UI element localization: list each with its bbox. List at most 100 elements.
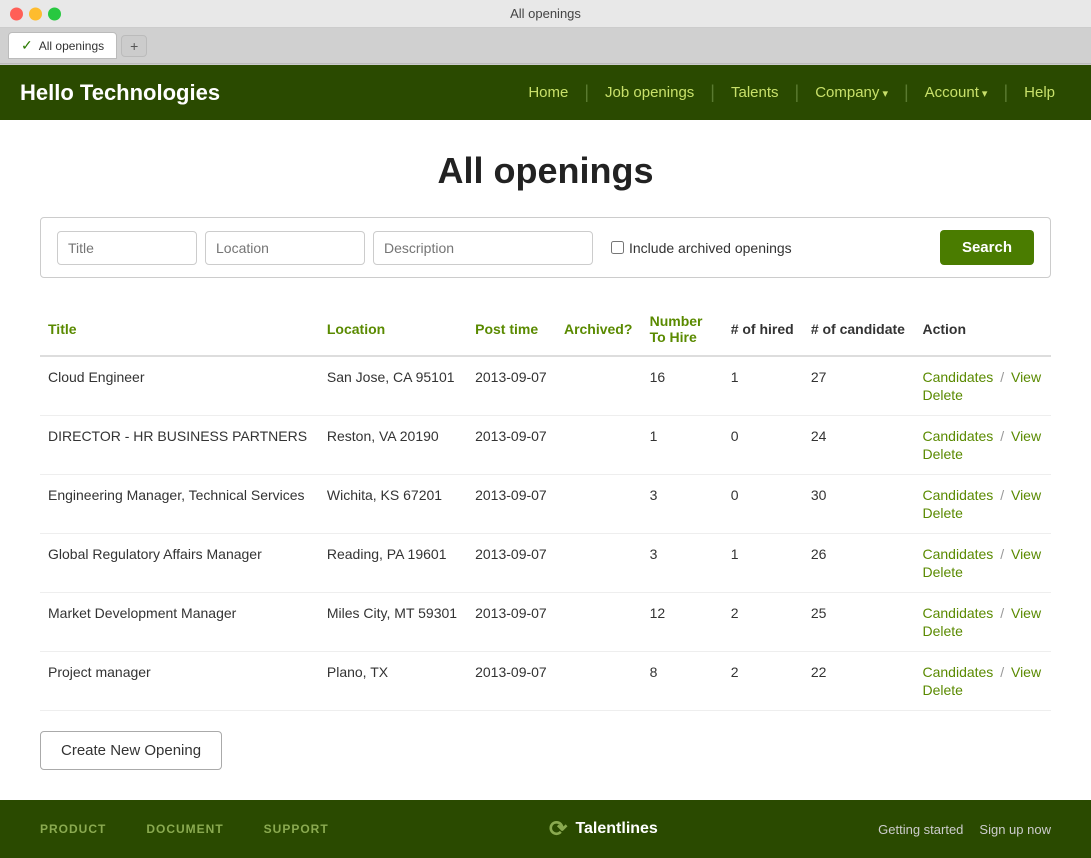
page-title: All openings — [40, 150, 1051, 192]
cell-action-3: Candidates / View Delete — [914, 534, 1051, 593]
sep1-2: / — [1000, 487, 1008, 503]
nav-help[interactable]: Help — [1008, 84, 1071, 101]
delete-link-1[interactable]: Delete — [922, 446, 1043, 462]
nav-job-openings[interactable]: Job openings — [589, 84, 710, 101]
cell-location-5: Plano, TX — [319, 652, 467, 711]
cell-title-0: Cloud Engineer — [40, 356, 319, 416]
cell-location-3: Reading, PA 19601 — [319, 534, 467, 593]
view-link-0[interactable]: View — [1011, 369, 1041, 385]
cell-location-4: Miles City, MT 59301 — [319, 593, 467, 652]
create-opening-button[interactable]: Create New Opening — [40, 731, 222, 770]
cell-candidates-0: 27 — [803, 356, 915, 416]
main-content: All openings Include archived openings S… — [0, 120, 1091, 800]
view-link-2[interactable]: View — [1011, 487, 1041, 503]
view-link-3[interactable]: View — [1011, 546, 1041, 562]
site-logo[interactable]: Hello Technologies — [20, 80, 220, 106]
cell-posttime-4: 2013-09-07 — [467, 593, 556, 652]
description-input[interactable] — [373, 231, 593, 265]
archived-checkbox-label[interactable]: Include archived openings — [611, 240, 932, 256]
table-row: Global Regulatory Affairs Manager Readin… — [40, 534, 1051, 593]
delete-link-4[interactable]: Delete — [922, 623, 1043, 639]
cell-action-1: Candidates / View Delete — [914, 416, 1051, 475]
candidates-link-1[interactable]: Candidates — [922, 428, 993, 444]
nav-company[interactable]: Company — [799, 84, 904, 101]
delete-link-2[interactable]: Delete — [922, 505, 1043, 521]
nav-home[interactable]: Home — [512, 84, 584, 101]
sep1-0: / — [1000, 369, 1008, 385]
col-header-archived: Archived? — [556, 303, 642, 356]
cell-action-0: Candidates / View Delete — [914, 356, 1051, 416]
sign-up-link[interactable]: Sign up now — [979, 822, 1051, 837]
cell-archived-1 — [556, 416, 642, 475]
candidates-link-2[interactable]: Candidates — [922, 487, 993, 503]
sep1-1: / — [1000, 428, 1008, 444]
col-header-action: Action — [914, 303, 1051, 356]
cell-title-1: DIRECTOR - HR BUSINESS PARTNERS — [40, 416, 319, 475]
cell-numbertohire-1: 1 — [642, 416, 723, 475]
candidates-link-5[interactable]: Candidates — [922, 664, 993, 680]
cell-archived-5 — [556, 652, 642, 711]
candidates-link-3[interactable]: Candidates — [922, 546, 993, 562]
nav-account[interactable]: Account — [909, 84, 1004, 101]
delete-link-5[interactable]: Delete — [922, 682, 1043, 698]
candidates-link-0[interactable]: Candidates — [922, 369, 993, 385]
cell-hired-1: 0 — [723, 416, 803, 475]
archived-label-text: Include archived openings — [629, 240, 792, 256]
footer-col2: DOCUMENT — [146, 822, 223, 836]
archived-checkbox[interactable] — [611, 241, 624, 254]
cell-title-3: Global Regulatory Affairs Manager — [40, 534, 319, 593]
nav-links: Home | Job openings | Talents | Company … — [512, 82, 1071, 103]
maximize-button[interactable] — [48, 7, 61, 20]
tab-bar: ✓ All openings + — [0, 28, 1091, 64]
talentlines-icon: ⟳ — [549, 816, 567, 842]
cell-candidates-2: 30 — [803, 475, 915, 534]
title-bar: All openings — [0, 0, 1091, 28]
delete-link-3[interactable]: Delete — [922, 564, 1043, 580]
view-link-4[interactable]: View — [1011, 605, 1041, 621]
footer-col3: SUPPORT — [264, 822, 329, 836]
sep1-4: / — [1000, 605, 1008, 621]
cell-numbertohire-3: 3 — [642, 534, 723, 593]
view-link-1[interactable]: View — [1011, 428, 1041, 444]
cell-posttime-0: 2013-09-07 — [467, 356, 556, 416]
table-row: Engineering Manager, Technical Services … — [40, 475, 1051, 534]
cell-title-5: Project manager — [40, 652, 319, 711]
cell-candidates-5: 22 — [803, 652, 915, 711]
cell-hired-3: 1 — [723, 534, 803, 593]
cell-candidates-1: 24 — [803, 416, 915, 475]
cell-numbertohire-5: 8 — [642, 652, 723, 711]
col-header-posttime: Post time — [467, 303, 556, 356]
tab-all-openings[interactable]: ✓ All openings — [8, 32, 117, 59]
footer-col1: PRODUCT — [40, 822, 106, 836]
table-row: Market Development Manager Miles City, M… — [40, 593, 1051, 652]
title-input[interactable] — [57, 231, 197, 265]
view-link-5[interactable]: View — [1011, 664, 1041, 680]
close-button[interactable] — [10, 7, 23, 20]
col-header-hired: # of hired — [723, 303, 803, 356]
check-icon: ✓ — [21, 37, 33, 54]
cell-action-4: Candidates / View Delete — [914, 593, 1051, 652]
cell-candidates-4: 25 — [803, 593, 915, 652]
delete-link-0[interactable]: Delete — [922, 387, 1043, 403]
cell-location-2: Wichita, KS 67201 — [319, 475, 467, 534]
nav-talents[interactable]: Talents — [715, 84, 795, 101]
table-header-row: Title Location Post time Archived? Numbe… — [40, 303, 1051, 356]
cell-numbertohire-0: 16 — [642, 356, 723, 416]
footer: PRODUCT DOCUMENT SUPPORT ⟳ Talentlines G… — [0, 800, 1091, 858]
search-button[interactable]: Search — [940, 230, 1034, 265]
location-input[interactable] — [205, 231, 365, 265]
cell-hired-0: 1 — [723, 356, 803, 416]
footer-actions: Getting started Sign up now — [878, 822, 1051, 837]
openings-table: Title Location Post time Archived? Numbe… — [40, 303, 1051, 711]
new-tab-button[interactable]: + — [121, 35, 147, 57]
cell-numbertohire-2: 3 — [642, 475, 723, 534]
cell-action-2: Candidates / View Delete — [914, 475, 1051, 534]
cell-posttime-5: 2013-09-07 — [467, 652, 556, 711]
getting-started-link[interactable]: Getting started — [878, 822, 963, 837]
cell-posttime-2: 2013-09-07 — [467, 475, 556, 534]
cell-numbertohire-4: 12 — [642, 593, 723, 652]
col-header-numbertohire: Number To Hire — [642, 303, 723, 356]
col-header-title: Title — [40, 303, 319, 356]
minimize-button[interactable] — [29, 7, 42, 20]
candidates-link-4[interactable]: Candidates — [922, 605, 993, 621]
